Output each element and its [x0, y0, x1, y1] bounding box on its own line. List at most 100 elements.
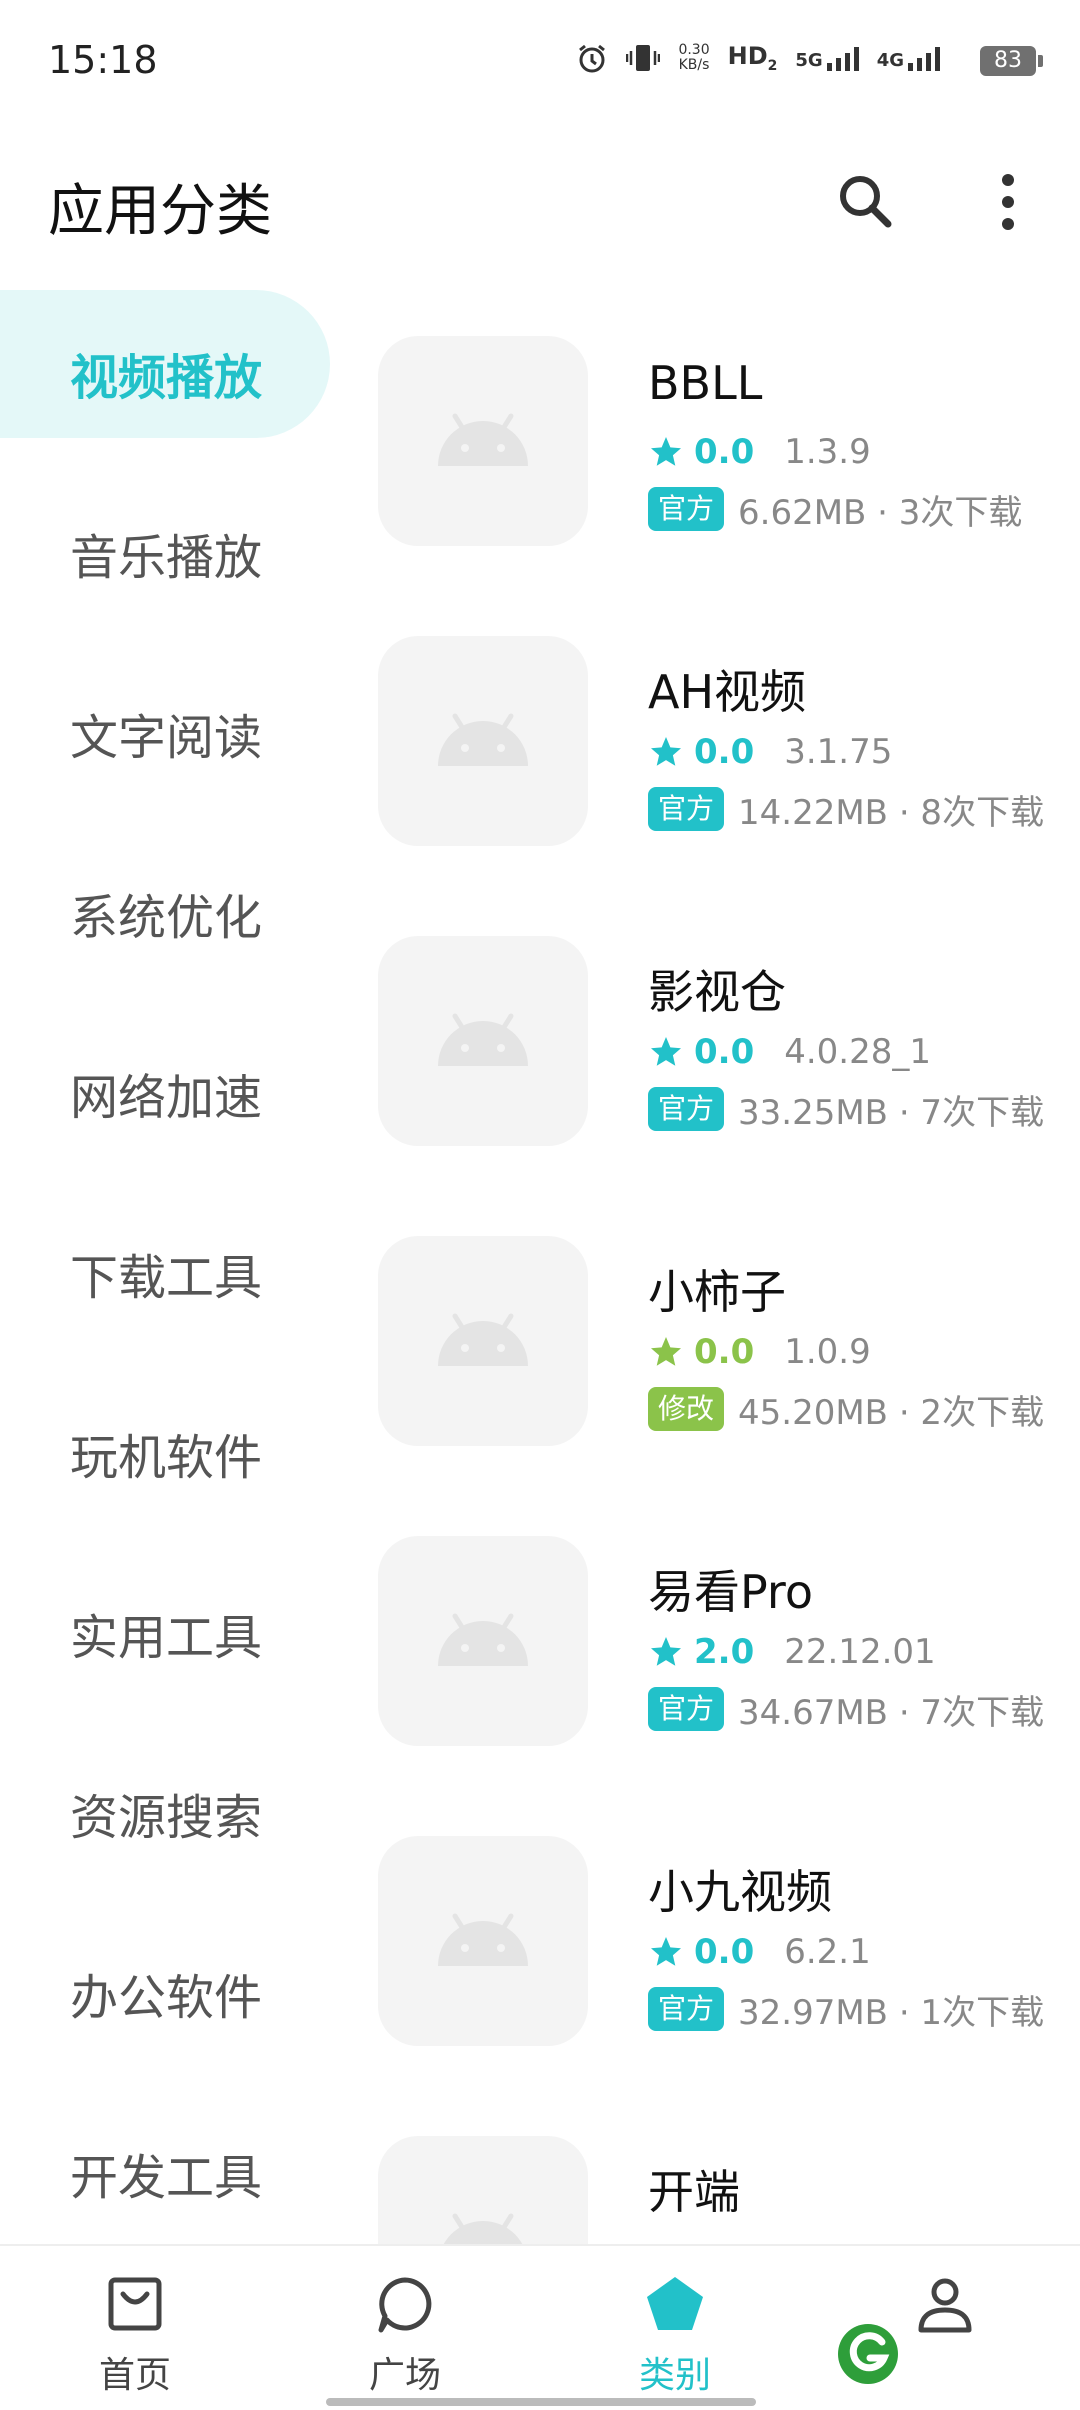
official-badge: 官方	[648, 1687, 725, 1731]
profile-icon	[918, 2278, 972, 2333]
sim1-indicator: 5G	[795, 45, 859, 71]
app-name: 小柿子	[648, 1265, 786, 1319]
battery-icon: 83	[980, 46, 1043, 76]
category-item-video[interactable]: 视频播放	[0, 290, 330, 438]
app-icon	[378, 2136, 588, 2244]
star-icon	[651, 1037, 681, 1066]
star-icon	[651, 437, 681, 466]
android-placeholder-icon	[438, 1913, 528, 1966]
app-meta: 14.22MB · 8次下载	[738, 792, 1045, 833]
rating-row: 0.0 3.1.75	[648, 730, 892, 774]
signal-icon	[826, 45, 859, 71]
category-label: 音乐播放	[70, 530, 263, 586]
search-icon	[840, 176, 892, 228]
nav-tab-category[interactable]: 类别	[575, 2246, 775, 2396]
signal-icon	[908, 45, 940, 71]
category-item-search[interactable]: 资源搜索	[0, 1730, 330, 1878]
rating-value: 2.0	[694, 1632, 755, 1672]
android-placeholder-icon	[438, 413, 528, 466]
app-meta: 32.97MB · 1次下载	[738, 1992, 1045, 2033]
status-icons: 0.30 KB/s HD2 5G 4G	[576, 42, 940, 74]
search-button[interactable]	[826, 162, 906, 242]
category-sidebar: 视频播放 音乐播放 文字阅读 系统优化 网络加速 下载工具 玩机软件 实用工具 …	[0, 290, 340, 2240]
nav-label: 类别	[638, 2355, 711, 2396]
rating-row: 0.0 1.3.9	[648, 430, 871, 474]
app-list-item[interactable]: AH视频 0.0 3.1.75 官方 14.22MB · 8次下载	[378, 636, 1080, 846]
net-speed: 0.30 KB/s	[678, 42, 710, 73]
category-item-download[interactable]: 下载工具	[0, 1190, 330, 1338]
category-label: 系统优化	[70, 890, 263, 946]
rating-value: 0.0	[694, 1932, 755, 1972]
android-placeholder-icon	[438, 1013, 528, 1066]
android-placeholder-icon	[438, 713, 528, 766]
category-item-reading[interactable]: 文字阅读	[0, 650, 330, 798]
app-name: 影视仓	[648, 965, 786, 1019]
category-label: 文字阅读	[70, 710, 263, 766]
hd-indicator: HD2	[727, 42, 778, 74]
category-item-utility[interactable]: 实用工具	[0, 1550, 330, 1698]
sim2-indicator: 4G	[877, 45, 940, 71]
status-bar: 15:18 0.30 KB/s HD2 5G 4G 83	[0, 0, 1080, 120]
app-icon	[378, 336, 588, 546]
app-icon	[378, 1236, 588, 1446]
app-version: 22.12.01	[784, 1632, 936, 1672]
app-icon	[378, 636, 588, 846]
category-item-system[interactable]: 系统优化	[0, 830, 330, 978]
android-placeholder-icon	[438, 1613, 528, 1666]
category-item-office[interactable]: 办公软件	[0, 1910, 330, 2058]
app-version: 3.1.75	[784, 732, 893, 772]
category-label: 办公软件	[70, 1970, 263, 2026]
nav-label: 广场	[368, 2355, 441, 2396]
app-meta: 45.20MB · 2次下载	[738, 1392, 1045, 1433]
page-title: 应用分类	[48, 179, 272, 244]
meta-row: 官方 34.67MB · 7次下载	[648, 1686, 1045, 1733]
app-version: 6.2.1	[784, 1932, 871, 1972]
nav-tab-square[interactable]: 广场	[305, 2246, 505, 2396]
rating-value: 0.0	[694, 432, 755, 472]
app-list-item[interactable]: 小九视频 0.0 6.2.1 官方 32.97MB · 1次下载	[378, 1836, 1080, 2046]
app-list-item[interactable]: 易看Pro 2.0 22.12.01 官方 34.67MB · 7次下载	[378, 1536, 1080, 1746]
rating-row: 0.0 1.0.9	[648, 1330, 871, 1374]
app-list-item[interactable]: 小柿子 0.0 1.0.9 修改 45.20MB · 2次下载	[378, 1236, 1080, 1446]
category-label: 玩机软件	[70, 1430, 263, 1486]
category-item-music[interactable]: 音乐播放	[0, 470, 330, 618]
app-meta: 33.25MB · 7次下载	[738, 1092, 1045, 1133]
home-bag-icon	[108, 2277, 162, 2331]
meta-row: 官方 14.22MB · 8次下载	[648, 786, 1045, 833]
app-name: BBLL	[648, 356, 763, 410]
app-meta: 6.62MB · 3次下载	[738, 492, 1023, 533]
rating-row: 0.0 4.0.28_1	[648, 1030, 931, 1074]
category-label: 网络加速	[70, 1070, 263, 1126]
official-badge: 官方	[648, 1087, 725, 1131]
category-label: 资源搜索	[70, 1790, 263, 1846]
app-list-item[interactable]: 开端	[378, 2136, 1080, 2244]
app-header: 应用分类	[0, 150, 1080, 250]
more-options-button[interactable]	[968, 162, 1048, 242]
nav-tab-home[interactable]: 首页	[35, 2246, 235, 2396]
meta-row: 官方 33.25MB · 7次下载	[648, 1086, 1045, 1133]
meta-row: 官方 6.62MB · 3次下载	[648, 486, 1023, 533]
meta-row: 官方 32.97MB · 1次下载	[648, 1986, 1045, 2033]
app-list-item[interactable]: BBLL 0.0 1.3.9 官方 6.62MB · 3次下载	[378, 336, 1080, 546]
rating-value: 0.0	[694, 1332, 755, 1372]
android-placeholder-icon	[438, 1313, 528, 1366]
rating-value: 0.0	[694, 732, 755, 772]
floating-app-logo-icon[interactable]	[836, 2322, 900, 2386]
category-item-network[interactable]: 网络加速	[0, 1010, 330, 1158]
app-meta: 34.67MB · 7次下载	[738, 1692, 1045, 1733]
category-item-tinkering[interactable]: 玩机软件	[0, 1370, 330, 1518]
app-name: 易看Pro	[648, 1565, 813, 1619]
app-list-item[interactable]: 影视仓 0.0 4.0.28_1 官方 33.25MB · 7次下载	[378, 936, 1080, 1146]
home-indicator[interactable]	[326, 2398, 756, 2406]
category-label: 开发工具	[70, 2150, 263, 2206]
pentagon-icon	[647, 2277, 703, 2330]
star-icon	[651, 1637, 681, 1666]
more-vert-icon	[1002, 174, 1014, 230]
app-name: AH视频	[648, 665, 807, 719]
rating-row: 2.0 22.12.01	[648, 1630, 936, 1674]
app-version: 1.0.9	[784, 1332, 871, 1372]
status-time: 15:18	[48, 38, 158, 82]
app-icon	[378, 1536, 588, 1746]
app-icon	[378, 1836, 588, 2046]
category-item-dev[interactable]: 开发工具	[0, 2090, 330, 2238]
